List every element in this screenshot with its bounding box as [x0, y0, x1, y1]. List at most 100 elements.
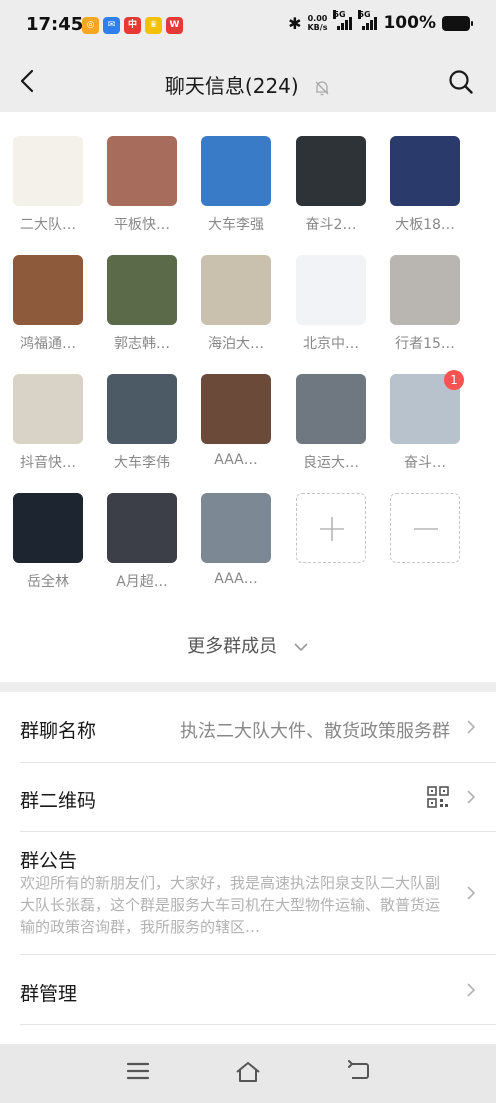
- group-name-label: 群聊名称: [20, 720, 97, 742]
- group-manage-row[interactable]: 群管理: [0, 955, 496, 1023]
- search-icon[interactable]: [448, 69, 474, 95]
- signal-icon-2: 5G: [358, 10, 378, 30]
- member-name: 抖音快…: [20, 455, 76, 471]
- member-name: 鸿福通…: [20, 336, 76, 352]
- member-item[interactable]: 抖音快…: [3, 374, 93, 472]
- avatar: [13, 136, 83, 206]
- signal-icon-1: 5G: [333, 10, 353, 30]
- more-members-button[interactable]: 更多群成员: [0, 632, 496, 658]
- qr-code-icon: [427, 786, 449, 808]
- mute-bell-icon: [315, 80, 329, 95]
- app-icon-yellow: ♛: [145, 17, 162, 34]
- avatar: [296, 374, 366, 444]
- home-icon[interactable]: [235, 1060, 261, 1084]
- avatar: [201, 136, 271, 206]
- network-speed: 0.00 KB/s: [307, 14, 328, 32]
- member-item[interactable]: 二大队…: [3, 136, 93, 234]
- member-name: AAA…: [214, 571, 258, 587]
- status-indicators: ✱ 0.00 KB/s 5G 5G 100%: [288, 10, 473, 33]
- group-manage-label: 群管理: [20, 983, 78, 1005]
- qr-code-label: 群二维码: [20, 790, 97, 812]
- avatar: [13, 255, 83, 325]
- avatar: [107, 374, 177, 444]
- group-settings-list: 群聊名称 执法二大队大件、散货政策服务群 群二维码 群公告 欢迎所有的新朋友们，…: [0, 692, 496, 1044]
- member-name: 郭志韩…: [114, 336, 170, 352]
- avatar: [107, 136, 177, 206]
- status-bar: 17:45 ◎ ✉ 中 ♛ W ✱ 0.00 KB/s 5G 5G 100%: [0, 0, 496, 52]
- group-notice-text: 欢迎所有的新朋友们，大家好，我是高速执法阳泉支队二大队副大队长张磊，这个群是服务…: [20, 874, 441, 936]
- avatar: [390, 136, 460, 206]
- plus-icon: [296, 493, 366, 563]
- members-section: 二大队… 平板快… 大车李强 奋斗2… 大板18… 鸿福通… 郭志韩… 海泊大… 北京中… 行者1…: [0, 112, 496, 682]
- avatar: [296, 255, 366, 325]
- menu-icon[interactable]: [126, 1060, 150, 1082]
- group-name-row[interactable]: 群聊名称 执法二大队大件、散货政策服务群: [0, 692, 496, 762]
- member-item[interactable]: AAA…: [191, 493, 281, 587]
- avatar: [390, 255, 460, 325]
- member-item[interactable]: 岳全林: [3, 493, 93, 591]
- member-name: 海泊大…: [208, 336, 264, 352]
- member-item[interactable]: A月超…: [97, 493, 187, 591]
- member-name: 大车李强: [208, 217, 264, 233]
- avatar: [107, 493, 177, 563]
- member-name: 北京中…: [303, 336, 359, 352]
- qr-code-row[interactable]: 群二维码: [0, 763, 496, 831]
- member-item[interactable]: 海泊大…: [191, 255, 281, 353]
- unread-badge: 1: [444, 370, 464, 390]
- back-icon[interactable]: [346, 1060, 370, 1082]
- bluetooth-icon: ✱: [288, 13, 302, 33]
- member-name: 大车李伟: [114, 455, 170, 471]
- battery-icon: [442, 15, 473, 31]
- member-item[interactable]: AAA…: [191, 374, 281, 468]
- member-name: 二大队…: [20, 217, 76, 233]
- avatar: [201, 493, 271, 563]
- nav-bar: 聊天信息(224): [0, 52, 496, 112]
- member-item[interactable]: 鸿福通…: [3, 255, 93, 353]
- member-item[interactable]: 大车李强: [191, 136, 281, 234]
- member-item[interactable]: 良运大…: [286, 374, 376, 472]
- avatar: [296, 136, 366, 206]
- member-name: 岳全林: [27, 574, 69, 590]
- member-item[interactable]: 北京中…: [286, 255, 376, 353]
- member-item[interactable]: 大车李伟: [97, 374, 187, 472]
- divider: [20, 1024, 496, 1025]
- avatar: [13, 493, 83, 563]
- member-item[interactable]: 奋斗2…: [286, 136, 376, 234]
- member-name: AAA…: [214, 452, 258, 468]
- system-nav-bar: [0, 1044, 496, 1103]
- add-member-button[interactable]: [286, 493, 376, 563]
- app-icon-red: 中: [124, 17, 141, 34]
- member-name: 奋斗2…: [305, 217, 357, 233]
- remove-member-button[interactable]: [380, 493, 470, 563]
- app-icon-orange: ◎: [82, 17, 99, 34]
- avatar: [201, 255, 271, 325]
- battery-percent: 100%: [383, 13, 436, 33]
- chevron-right-icon: [467, 790, 476, 804]
- status-app-icons: ◎ ✉ 中 ♛ W: [82, 17, 183, 34]
- member-item[interactable]: 郭志韩…: [97, 255, 187, 353]
- minus-icon: [390, 493, 460, 563]
- status-time: 17:45: [26, 14, 84, 35]
- avatar: [13, 374, 83, 444]
- group-name-value: 执法二大队大件、散货政策服务群: [180, 721, 450, 742]
- member-item[interactable]: 平板快…: [97, 136, 187, 234]
- chevron-right-icon: [467, 886, 476, 900]
- member-name: A月超…: [116, 574, 168, 590]
- app-icon-blue: ✉: [103, 17, 120, 34]
- chevron-down-icon: [294, 643, 308, 652]
- member-name: 奋斗…: [404, 455, 446, 471]
- member-item[interactable]: 1 奋斗…: [380, 370, 470, 472]
- member-name: 行者15…: [395, 336, 455, 352]
- page-title: 聊天信息(224): [0, 70, 496, 99]
- member-name: 良运大…: [303, 455, 359, 471]
- avatar: [201, 374, 271, 444]
- member-item[interactable]: 大板18…: [380, 136, 470, 234]
- member-name: 平板快…: [114, 217, 170, 233]
- avatar: [107, 255, 177, 325]
- chevron-right-icon: [467, 983, 476, 997]
- member-name: 大板18…: [395, 217, 455, 233]
- member-item[interactable]: 行者15…: [380, 255, 470, 353]
- group-notice-label: 群公告: [20, 850, 78, 872]
- app-icon-wps: W: [166, 17, 183, 34]
- chevron-right-icon: [467, 720, 476, 734]
